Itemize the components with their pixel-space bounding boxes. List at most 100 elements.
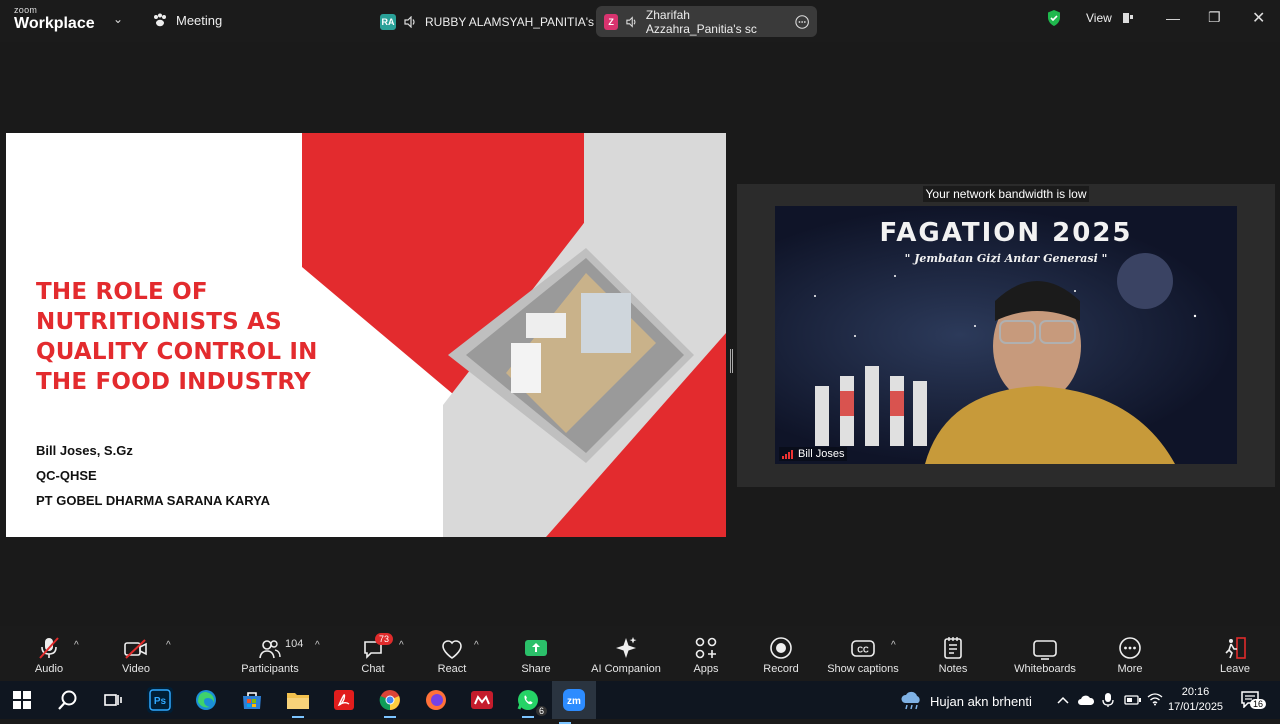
- more-options-icon[interactable]: [795, 14, 809, 30]
- microsoft-store-icon[interactable]: [239, 687, 265, 713]
- share-tab-label: RUBBY ALAMSYAH_PANITIA's sc: [425, 14, 610, 29]
- view-button[interactable]: View: [1086, 11, 1112, 25]
- bandwidth-warning: Your network bandwidth is low: [737, 186, 1275, 202]
- captions-icon: CC: [851, 640, 875, 657]
- svg-text:zm: zm: [567, 696, 581, 707]
- share-tab-avatar: RA: [380, 13, 396, 30]
- windows-taskbar: Ps 6 zm Hujan akn brhenti 20:16 17/01/20…: [0, 681, 1280, 724]
- meeting-toolbar: Audio ^ Video ^ Participants 104 ^ Chat …: [0, 626, 1280, 681]
- view-controls: View: [1046, 9, 1134, 27]
- security-shield-icon[interactable]: [1046, 9, 1062, 27]
- notification-count-badge: 16: [1250, 699, 1267, 709]
- edge-browser-icon[interactable]: [193, 687, 219, 713]
- video-panel: Your network bandwidth is low FAGATION 2…: [737, 184, 1275, 487]
- share-tab-zharifah[interactable]: Z Zharifah Azzahra_Panitia's sc: [596, 6, 817, 37]
- photoshop-icon[interactable]: Ps: [147, 687, 173, 713]
- participants-options-caret[interactable]: ^: [315, 640, 320, 651]
- more-icon: [1119, 637, 1141, 659]
- share-tab-rubby[interactable]: RA RUBBY ALAMSYAH_PANITIA's sc: [372, 6, 617, 37]
- apps-icon: [695, 637, 717, 659]
- more-button[interactable]: More: [1114, 626, 1146, 681]
- participants-count: 104: [285, 638, 304, 650]
- restore-button[interactable]: ❐: [1208, 9, 1221, 26]
- search-icon[interactable]: [55, 687, 81, 713]
- zoom-taskbar-icon[interactable]: zm: [552, 681, 596, 724]
- shared-slide: THE ROLE OF NUTRITIONISTS AS QUALITY CON…: [6, 133, 726, 537]
- event-title: FAGATION 2025: [879, 218, 1133, 248]
- ai-companion-button[interactable]: AI Companion: [587, 626, 665, 681]
- video-options-caret[interactable]: ^: [166, 640, 171, 651]
- chrome-icon[interactable]: [377, 687, 403, 718]
- show-captions-button[interactable]: CC Show captions: [824, 626, 902, 681]
- firefox-icon[interactable]: [423, 687, 449, 713]
- zoom-logo: zoom Workplace: [14, 5, 95, 32]
- presenter-name: Bill Joses, S.Gz: [36, 443, 133, 458]
- sparkle-icon: [616, 637, 637, 658]
- record-button[interactable]: Record: [762, 626, 800, 681]
- chat-options-caret[interactable]: ^: [399, 640, 404, 651]
- svg-text:CC: CC: [857, 646, 869, 655]
- weather-widget[interactable]: Hujan akn brhenti: [900, 691, 1032, 711]
- leave-door-icon: [1225, 637, 1246, 659]
- apps-button[interactable]: Apps: [690, 626, 722, 681]
- react-options-caret[interactable]: ^: [474, 640, 479, 651]
- wifi-icon[interactable]: [1147, 692, 1163, 706]
- participants-button[interactable]: Participants: [237, 626, 303, 681]
- chat-unread-badge: 73: [375, 633, 394, 645]
- microphone-icon[interactable]: [1102, 692, 1114, 708]
- captions-options-caret[interactable]: ^: [891, 640, 896, 651]
- leave-button[interactable]: Leave: [1218, 626, 1252, 681]
- mendeley-icon[interactable]: [469, 687, 495, 713]
- react-button[interactable]: React: [434, 626, 470, 681]
- onedrive-cloud-icon[interactable]: [1077, 693, 1095, 707]
- microphone-muted-icon: [39, 637, 59, 659]
- participants-icon: [259, 640, 281, 659]
- minimize-button[interactable]: —: [1166, 10, 1180, 26]
- event-subtitle: " Jembatan Gizi Antar Generasi ": [904, 252, 1108, 265]
- view-layout-icon: [1122, 13, 1133, 23]
- meeting-stage: THE ROLE OF NUTRITIONISTS AS QUALITY CON…: [0, 42, 1280, 626]
- split-view-handle[interactable]: [730, 349, 733, 373]
- presenter-role: QC-QHSE: [36, 468, 97, 483]
- whatsapp-icon[interactable]: 6: [515, 687, 547, 718]
- slide-presenter-info: Bill Joses, S.Gz QC-QHSE PT GOBEL DHARMA…: [36, 438, 270, 513]
- whiteboard-icon: [1033, 640, 1057, 660]
- participant-video[interactable]: FAGATION 2025 " Jembatan Gizi Antar Gene…: [775, 206, 1237, 464]
- camera-off-icon: [124, 639, 147, 659]
- svg-text:Ps: Ps: [154, 696, 167, 707]
- notes-icon: [944, 637, 962, 659]
- file-explorer-icon[interactable]: [285, 687, 311, 718]
- whiteboards-button[interactable]: Whiteboards: [1010, 626, 1080, 681]
- speaker-icon: [626, 15, 636, 28]
- task-view-icon[interactable]: [100, 687, 126, 713]
- presenter-company: PT GOBEL DHARMA SARANA KARYA: [36, 493, 271, 508]
- chevron-up-icon[interactable]: [1057, 695, 1069, 705]
- video-button[interactable]: Video: [117, 626, 155, 681]
- system-clock[interactable]: 20:16 17/01/2025: [1168, 685, 1223, 715]
- title-bar: zoom Workplace ⌄ Meeting RA RUBBY ALAMSY…: [0, 0, 1280, 42]
- slide-title: THE ROLE OF NUTRITIONISTS AS QUALITY CON…: [36, 279, 318, 395]
- share-tab-avatar: Z: [604, 13, 619, 30]
- share-screen-icon: [525, 640, 547, 656]
- whatsapp-badge: 6: [535, 706, 547, 716]
- audio-button[interactable]: Audio: [30, 626, 68, 681]
- clock-date: 17/01/2025: [1168, 701, 1224, 713]
- audio-options-caret[interactable]: ^: [74, 640, 79, 651]
- signal-bars-icon: [782, 450, 793, 459]
- meeting-menu[interactable]: Meeting: [152, 12, 222, 28]
- rain-cloud-icon: [901, 691, 920, 710]
- record-icon: [770, 637, 792, 659]
- heart-icon: [442, 640, 462, 659]
- clock-time: 20:16: [1181, 686, 1210, 698]
- share-button[interactable]: Share: [518, 626, 554, 681]
- share-tab-label: Zharifah Azzahra_Panitia's sc: [645, 7, 757, 36]
- battery-icon[interactable]: [1124, 694, 1142, 706]
- notification-center[interactable]: 16: [1240, 690, 1267, 713]
- chevron-down-icon[interactable]: ⌄: [113, 12, 123, 26]
- notes-button[interactable]: Notes: [935, 626, 971, 681]
- speaker-icon: [404, 15, 415, 28]
- close-window-button[interactable]: ✕: [1252, 8, 1265, 28]
- acrobat-icon[interactable]: [331, 687, 357, 713]
- windows-start-icon[interactable]: [9, 687, 35, 713]
- paw-icon: [154, 13, 166, 27]
